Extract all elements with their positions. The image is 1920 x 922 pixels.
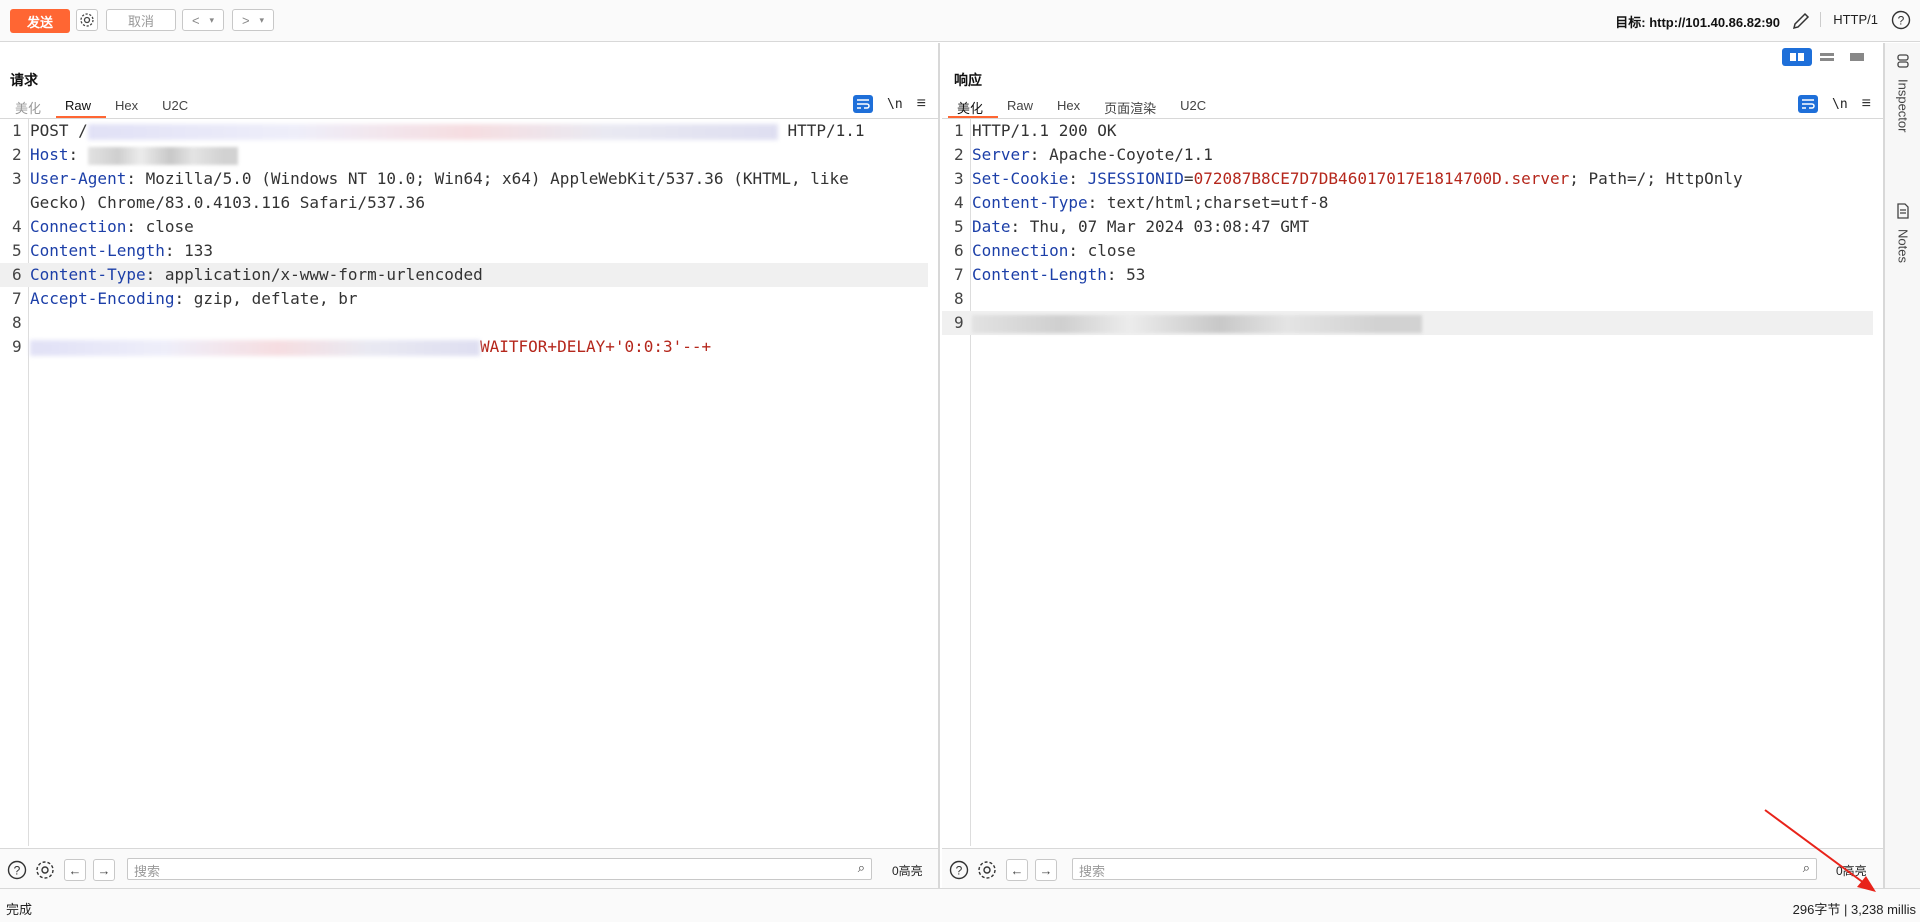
chevron-left-icon: < <box>191 12 200 28</box>
request-title: 请求 <box>10 72 38 88</box>
editor-line: 4 Connection: close <box>12 217 194 236</box>
editor-line: 3 User-Agent: Mozilla/5.0 (Windows NT 10.… <box>12 169 849 188</box>
dropdown-arrow-icon[interactable]: ▾ <box>260 15 265 26</box>
svg-text:?: ? <box>14 864 21 878</box>
editor-line: 1 POST / HTTP/1.1 <box>12 121 865 140</box>
editor-line: 5 Content-Length: 133 <box>12 241 214 260</box>
editor-line: 9 WAITFOR+DELAY+'0:0:3'--+ <box>12 337 712 356</box>
menu-icon[interactable]: ≡ <box>917 95 926 113</box>
menu-icon[interactable]: ≡ <box>1862 95 1871 113</box>
highlight-count: 0高亮 <box>892 864 923 878</box>
editor-line: 6 Connection: close <box>954 241 1136 260</box>
response-pane: 响应 美化 Raw Hex 页面渲染 U2C \n ≡ 1 HTTP/1.1 20… <box>942 43 1884 888</box>
editor-line: 7 Content-Length: 53 <box>954 265 1146 284</box>
chevron-right-icon: > <box>241 12 250 28</box>
newline-toggle-icon[interactable]: \n <box>887 97 903 112</box>
tab-raw[interactable]: Raw <box>998 96 1048 118</box>
tab-u2c[interactable]: U2C <box>153 96 203 118</box>
svg-text:?: ? <box>1898 14 1905 28</box>
response-stats: 296字节 | 3,238 millis <box>1792 902 1916 917</box>
next-match-button[interactable]: → <box>1035 859 1057 881</box>
newline-toggle-icon[interactable]: \n <box>1832 97 1848 112</box>
arrow-left-icon: ← <box>68 862 82 878</box>
request-editor-tools: \n ≡ <box>853 95 926 113</box>
gear-icon[interactable] <box>976 859 998 881</box>
search-icon[interactable]: ⌕ <box>1803 860 1810 876</box>
inspector-icon <box>1897 54 1909 68</box>
sidebar-item-label: Notes <box>1895 229 1911 263</box>
tab-render[interactable]: 页面渲染 <box>1095 96 1171 118</box>
layout-stacked-icon[interactable] <box>1812 48 1842 66</box>
response-title: 响应 <box>954 72 982 88</box>
editor-line: 8 <box>954 289 964 308</box>
wrap-lines-icon[interactable] <box>853 95 873 113</box>
cancel-button[interactable]: 取消 <box>106 9 176 31</box>
request-tabs: 美化 Raw Hex U2C <box>6 96 203 118</box>
svg-text:?: ? <box>956 864 963 878</box>
tab-u2c[interactable]: U2C <box>1171 96 1221 118</box>
notes-icon <box>1897 203 1909 219</box>
gear-icon[interactable] <box>34 859 56 881</box>
tab-pretty[interactable]: 美化 <box>6 96 56 118</box>
target-label[interactable]: 目标: http://101.40.86.82:90 <box>1615 12 1780 31</box>
editor-line: 6 Content-Type: application/x-www-form-ur… <box>0 263 928 287</box>
next-match-button[interactable]: → <box>93 859 115 881</box>
tab-raw[interactable]: Raw <box>56 96 107 118</box>
wrap-lines-icon[interactable] <box>1798 95 1818 113</box>
editor-line: Gecko) Chrome/83.0.4103.116 Safari/537.3… <box>30 193 425 212</box>
editor-line: 8 <box>12 313 22 332</box>
response-tabs: 美化 Raw Hex 页面渲染 U2C <box>948 96 1221 118</box>
editor-line: 4 Content-Type: text/html;charset=utf-8 <box>954 193 1329 212</box>
send-button[interactable]: 发送 <box>10 9 70 33</box>
right-sidebar: Inspector Notes <box>1884 43 1920 888</box>
settings-button[interactable] <box>76 9 98 31</box>
layout-tabbed-icon[interactable] <box>1842 48 1872 66</box>
editor-line: 9 <box>942 311 1873 335</box>
layout-toggle <box>1782 48 1872 66</box>
status-bar: 完成 296字节 | 3,238 millis <box>0 888 1920 922</box>
tab-pretty[interactable]: 美化 <box>948 96 999 118</box>
status-text: 完成 <box>6 902 33 917</box>
editor-line: 2 Host: <box>0 143 928 167</box>
help-icon[interactable]: ? <box>948 859 970 881</box>
dropdown-arrow-icon[interactable]: ▾ <box>210 15 215 26</box>
prev-match-button[interactable]: ← <box>64 859 86 881</box>
search-icon[interactable]: ⌕ <box>858 860 865 876</box>
editor-line: 1 HTTP/1.1 200 OK <box>954 121 1117 140</box>
back-button[interactable]: < ▾ <box>182 9 224 31</box>
search-input[interactable]: 搜索 ⌕ <box>1072 858 1817 880</box>
tab-hex[interactable]: Hex <box>1048 96 1095 118</box>
response-editor-tools: \n ≡ <box>1798 95 1871 113</box>
response-search-bar: ? ← → 搜索 ⌕ 0高亮 <box>942 848 1883 888</box>
prev-match-button[interactable]: ← <box>1006 859 1028 881</box>
sidebar-item-label: Inspector <box>1895 79 1911 133</box>
editor-line: 7 Accept-Encoding: gzip, deflate, br <box>12 289 358 308</box>
sidebar-item-inspector[interactable]: Inspector <box>1885 53 1920 132</box>
http-version[interactable]: HTTP/1 <box>1820 12 1878 27</box>
arrow-right-icon: → <box>97 862 111 878</box>
gear-icon <box>80 13 94 27</box>
forward-button[interactable]: > ▾ <box>232 9 274 31</box>
search-input[interactable]: 搜索 ⌕ <box>127 858 872 880</box>
highlight-count: 0高亮 <box>1836 864 1867 878</box>
top-toolbar: 发送 取消 < ▾ > ▾ 目标: http://101.40.86.82:90 H… <box>0 0 1920 42</box>
editor-line: 3 Set-Cookie: JSESSIONID=072087B8CE7D7DB4… <box>954 169 1743 188</box>
help-icon[interactable]: ? <box>6 859 28 881</box>
request-editor[interactable]: 1 POST / HTTP/1.1 2 Host: 3 User-Agent: Moz… <box>0 119 938 846</box>
arrow-left-icon: ← <box>1010 862 1024 878</box>
help-icon[interactable]: ? <box>1890 9 1912 31</box>
request-pane: 请求 美化 Raw Hex U2C \n ≡ 1 POST / HTTP/1.1 … <box>0 43 940 888</box>
response-editor[interactable]: 1 HTTP/1.1 200 OK 2 Server: Apache-Coyote/… <box>942 119 1883 846</box>
arrow-right-icon: → <box>1039 862 1053 878</box>
editor-line: 5 Date: Thu, 07 Mar 2024 03:08:47 GMT <box>954 217 1310 236</box>
layout-side-by-side-icon[interactable] <box>1782 48 1812 66</box>
editor-line: 2 Server: Apache-Coyote/1.1 <box>954 145 1213 164</box>
request-search-bar: ? ← → 搜索 ⌕ 0高亮 <box>0 848 938 888</box>
tab-hex[interactable]: Hex <box>106 96 153 118</box>
edit-target-icon[interactable] <box>1790 10 1812 32</box>
sidebar-item-notes[interactable]: Notes <box>1885 203 1920 263</box>
